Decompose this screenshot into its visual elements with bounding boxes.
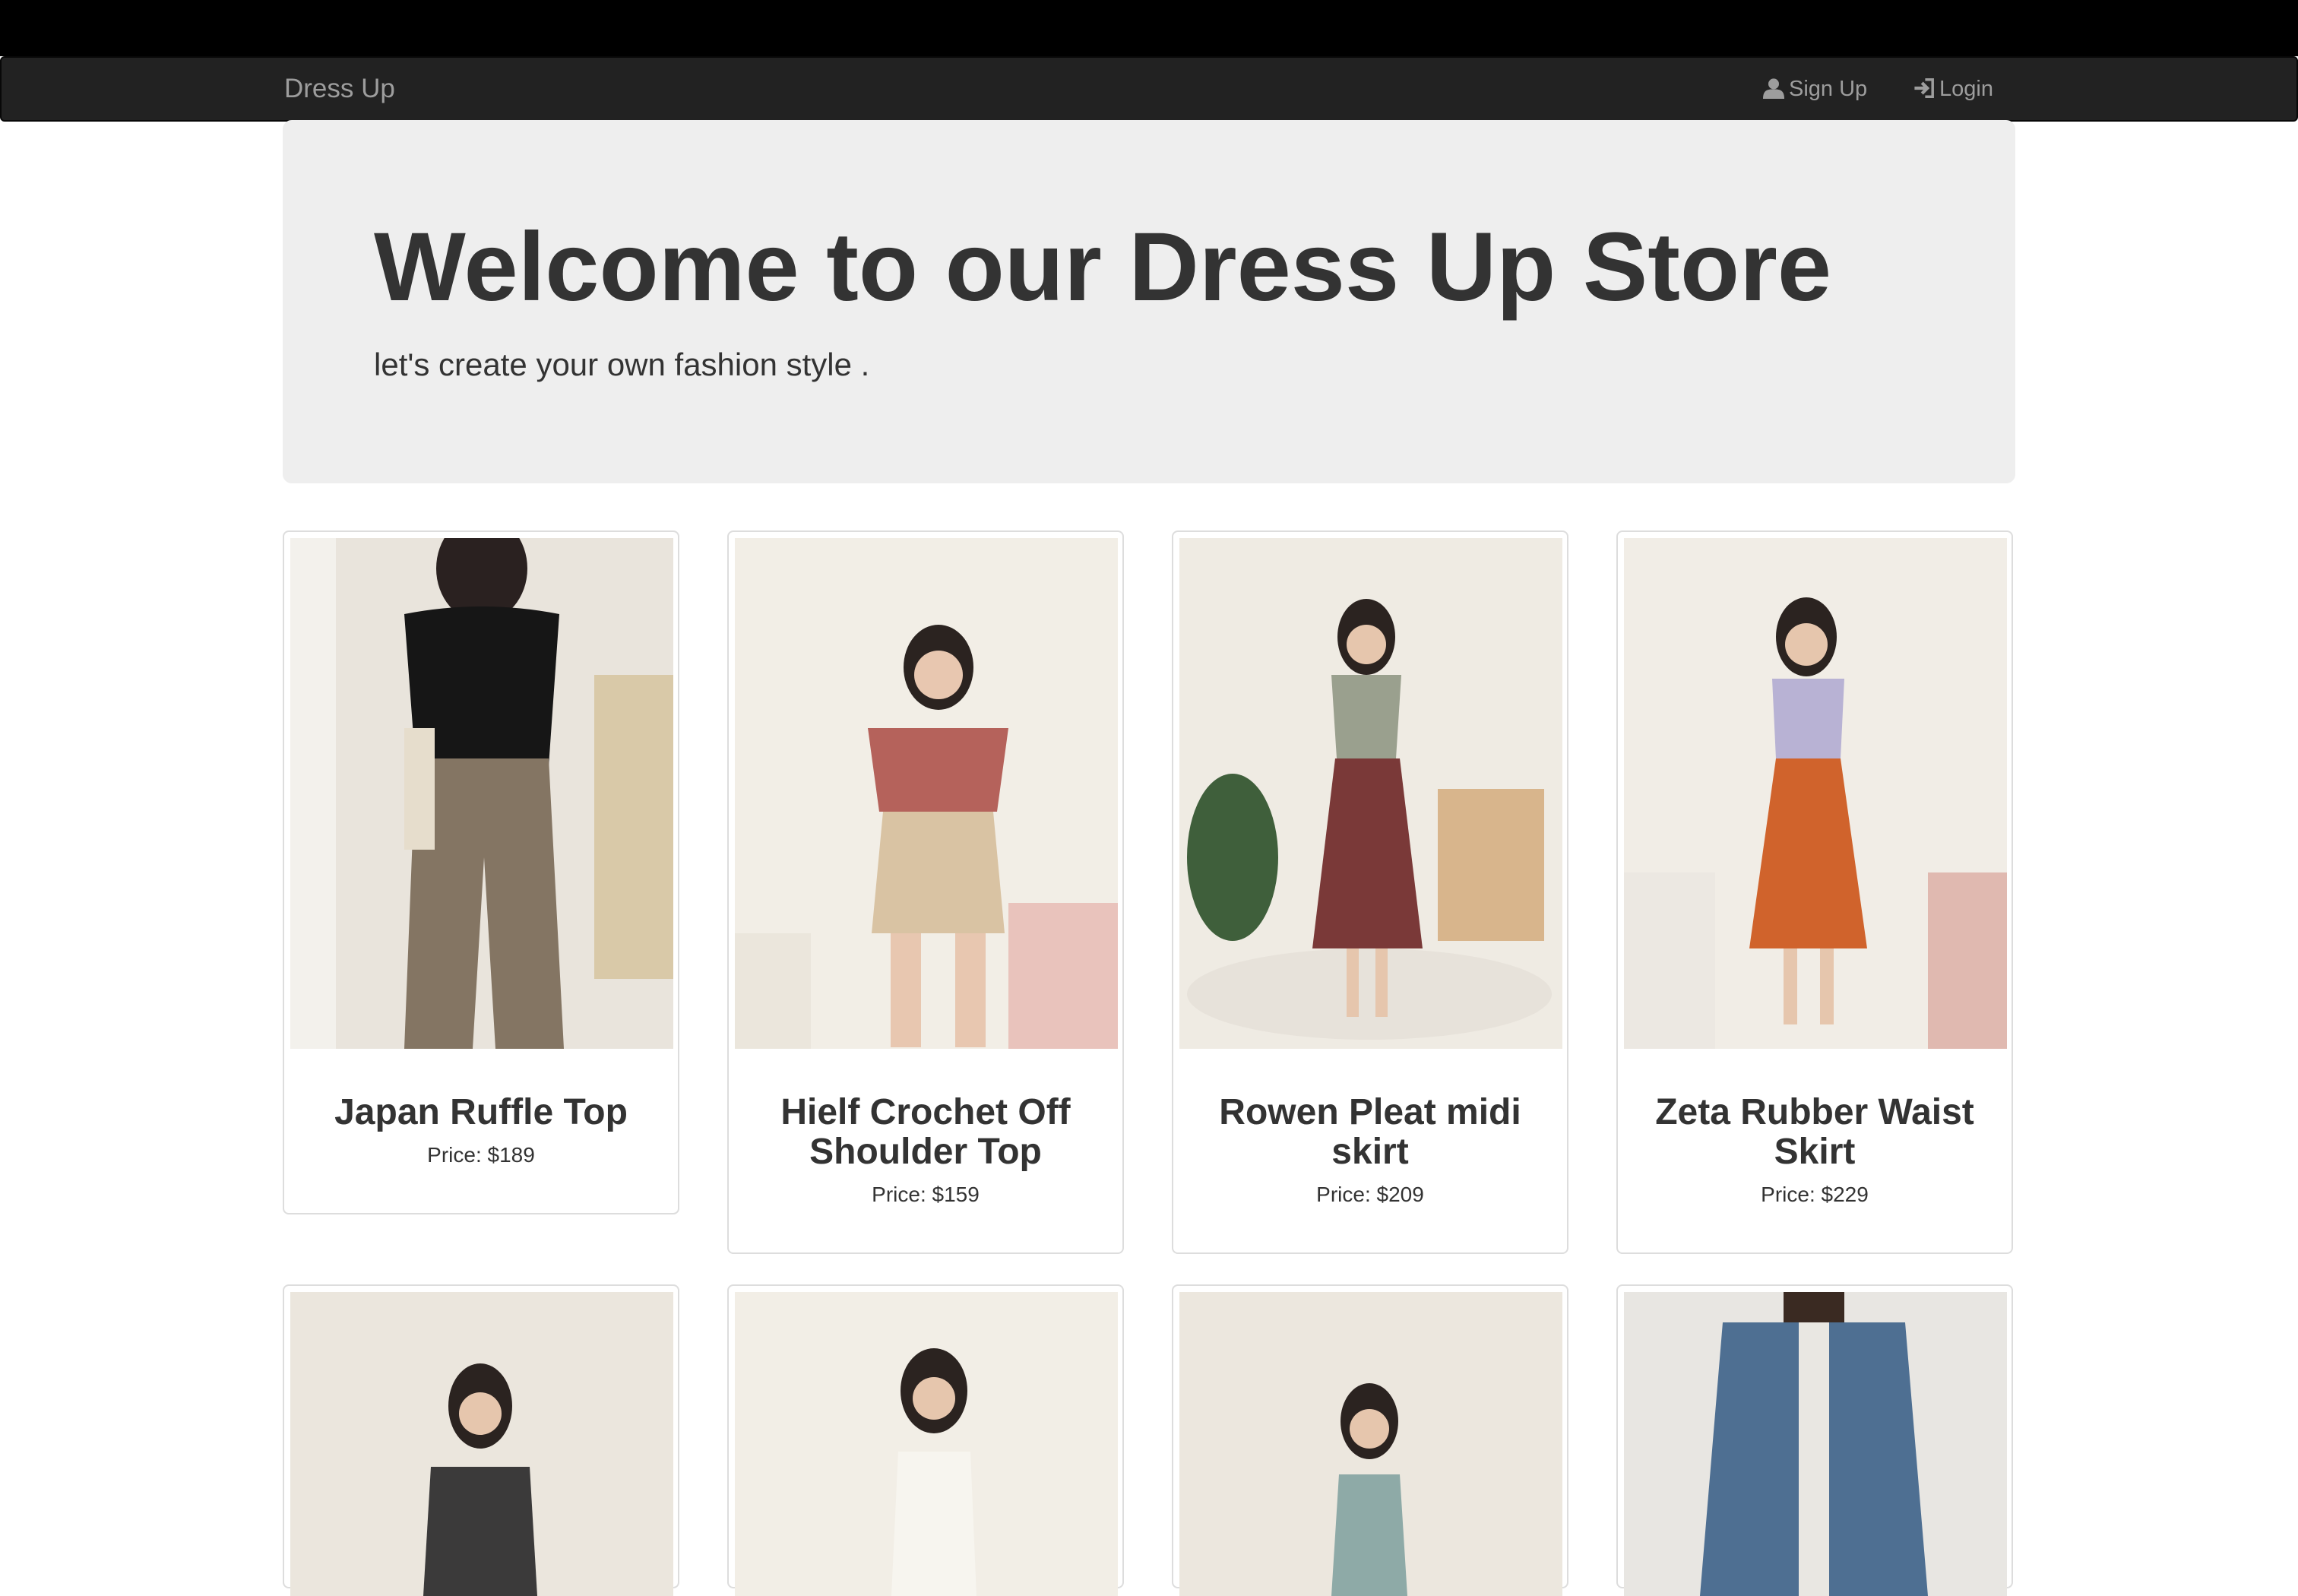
brand-link[interactable]: Dress Up	[284, 58, 395, 120]
top-black-bar	[0, 0, 2298, 56]
product-card[interactable]: Japan Ruffle Top Price: $189	[283, 530, 679, 1214]
product-card[interactable]	[1616, 1284, 2013, 1596]
login-label: Login	[1939, 77, 1993, 101]
product-name[interactable]: Zeta Rubber Waist Skirt	[1648, 1093, 1982, 1172]
product-name[interactable]: Japan Ruffle Top	[314, 1093, 648, 1132]
signup-label: Sign Up	[1789, 77, 1868, 101]
product-card[interactable]: Zeta Rubber Waist Skirt Price: $229	[1616, 530, 2013, 1254]
product-price: Price: $229	[1761, 1183, 1869, 1206]
product-image[interactable]	[1179, 538, 1562, 1049]
product-card[interactable]	[727, 1284, 1124, 1596]
hero-jumbotron: Welcome to our Dress Up Store let's crea…	[283, 120, 2015, 483]
product-card[interactable]	[283, 1284, 679, 1596]
login-link[interactable]: Login	[1913, 58, 1993, 120]
product-image[interactable]	[1179, 1292, 1562, 1596]
hero-title: Welcome to our Dress Up Store	[374, 213, 1832, 321]
product-image[interactable]	[735, 1292, 1118, 1596]
navbar: Dress Up Sign Up Login	[0, 56, 2298, 122]
product-card[interactable]: Hielf Crochet Off Shoulder Top Price: $1…	[727, 530, 1124, 1254]
user-icon	[1763, 78, 1784, 99]
product-image[interactable]	[290, 1292, 673, 1596]
product-name[interactable]: Hielf Crochet Off Shoulder Top	[758, 1093, 1093, 1172]
product-image[interactable]	[1624, 538, 2007, 1049]
product-price: Price: $209	[1316, 1183, 1424, 1206]
product-price: Price: $189	[427, 1143, 535, 1167]
hero-subtitle: let's create your own fashion style .	[374, 347, 870, 382]
product-name[interactable]: Rowen Pleat midi skirt	[1203, 1093, 1537, 1172]
log-in-icon	[1914, 78, 1934, 98]
product-image[interactable]	[290, 538, 673, 1049]
product-image[interactable]	[735, 538, 1118, 1049]
product-price: Price: $159	[872, 1183, 980, 1206]
product-card[interactable]	[1172, 1284, 1568, 1596]
signup-link[interactable]: Sign Up	[1763, 58, 1867, 120]
product-image[interactable]	[1624, 1292, 2007, 1596]
product-card[interactable]: Rowen Pleat midi skirt Price: $209	[1172, 530, 1568, 1254]
